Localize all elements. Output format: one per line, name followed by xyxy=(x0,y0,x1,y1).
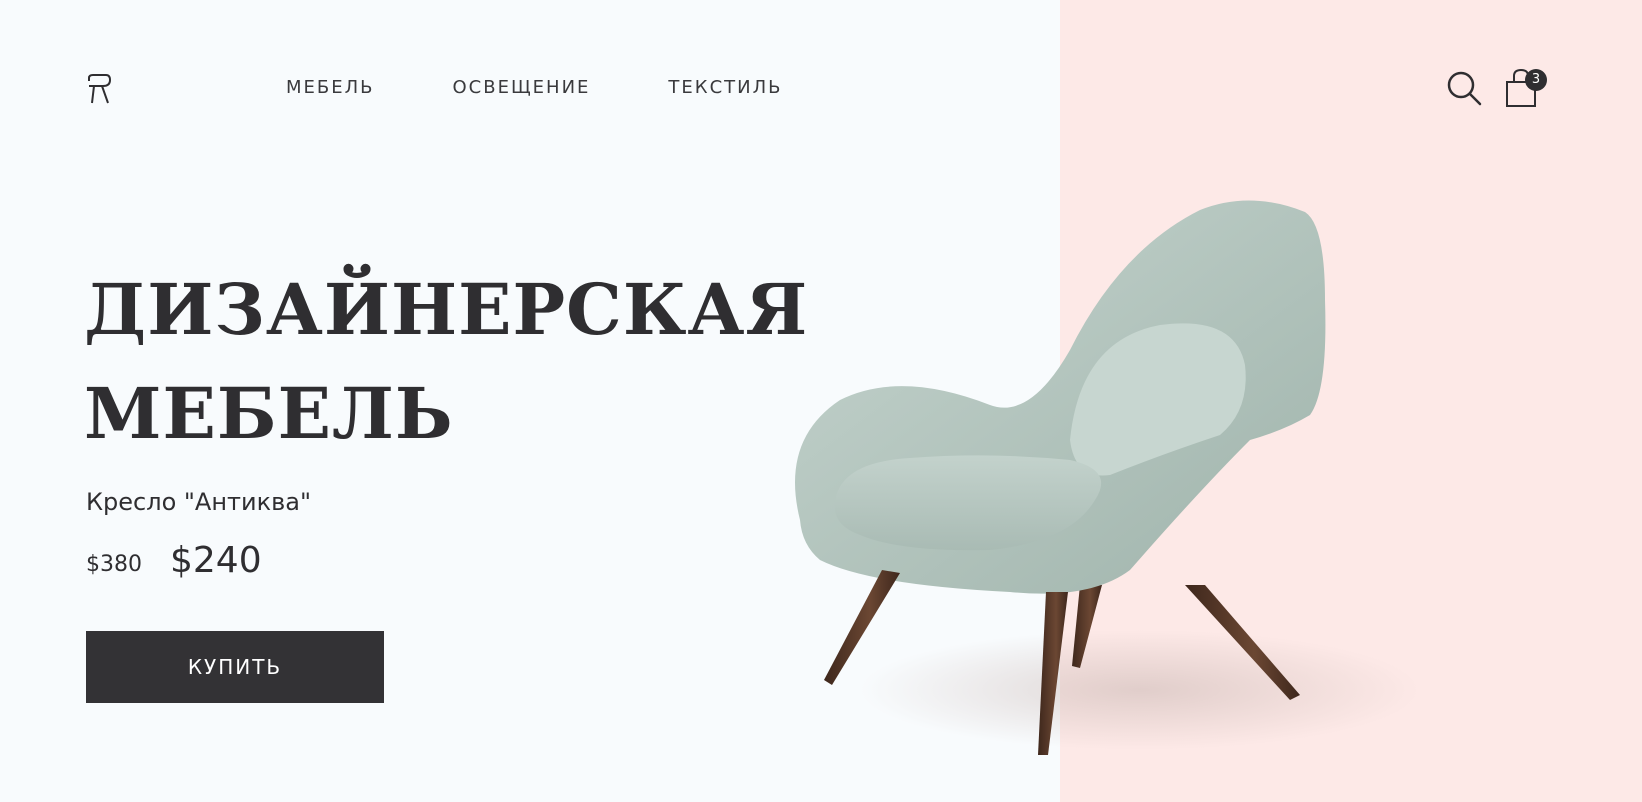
nav-item-lighting[interactable]: ОСВЕЩЕНИЕ xyxy=(453,76,591,100)
armchair-image xyxy=(795,200,1420,755)
nav-item-furniture[interactable]: МЕБЕЛЬ xyxy=(286,76,375,100)
buy-button[interactable]: КУПИТЬ xyxy=(86,631,384,703)
main-nav: МЕБЕЛЬ ОСВЕЩЕНИЕ ТЕКСТИЛЬ xyxy=(286,76,782,100)
old-price: $380 xyxy=(86,552,142,577)
hero-title: ДИЗАЙНЕРСКАЯ МЕБЕЛЬ xyxy=(84,258,808,466)
new-price: $240 xyxy=(170,540,262,581)
nav-item-textile[interactable]: ТЕКСТИЛЬ xyxy=(668,76,782,100)
search-icon[interactable] xyxy=(1446,70,1482,106)
chair-logo-icon[interactable] xyxy=(86,74,112,104)
hero-title-line-1: ДИЗАЙНЕРСКАЯ xyxy=(84,268,809,351)
product-name: Кресло "Антиква" xyxy=(86,488,311,516)
hero-title-line-2: МЕБЕЛЬ xyxy=(84,372,454,455)
cart-count-badge: 3 xyxy=(1525,69,1547,91)
